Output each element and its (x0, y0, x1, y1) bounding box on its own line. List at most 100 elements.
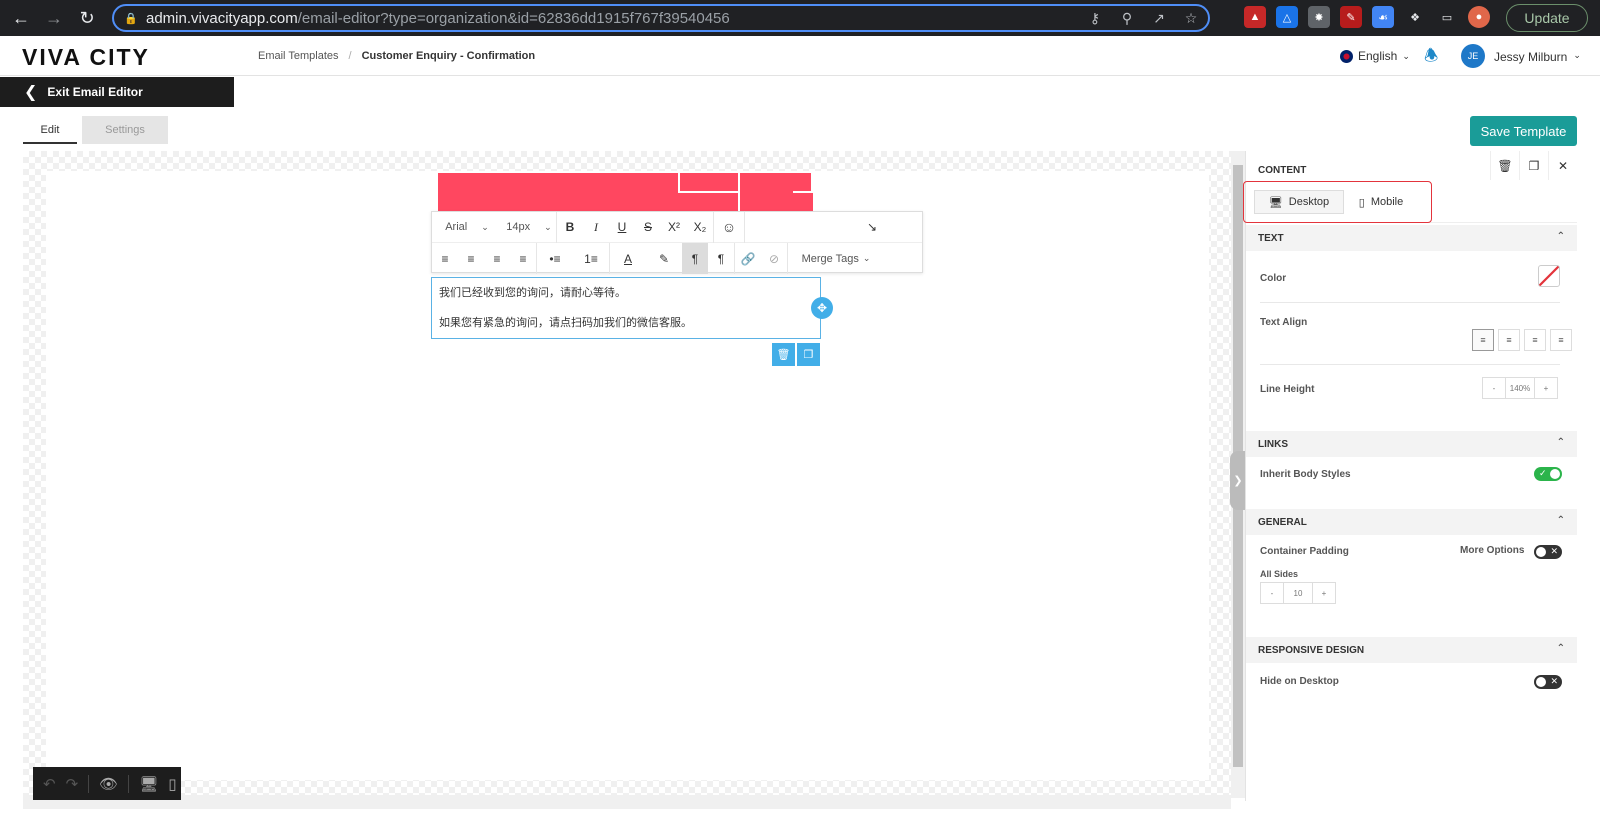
profile-icon[interactable]: ● (1468, 6, 1490, 28)
text-color-icon[interactable]: A (610, 243, 646, 274)
more-options-toggle[interactable]: ✕ (1534, 545, 1562, 559)
close-icon[interactable]: ✕ (1548, 151, 1577, 180)
user-avatar[interactable]: JE (1461, 44, 1485, 68)
text-content-block[interactable]: 我们已经收到您的询问，请耐心等待。 如果您有紧急的询问，请点扫码加我们的微信客服… (431, 277, 821, 339)
underline-icon[interactable]: U (609, 212, 635, 243)
viewer-toolbar: ↶ ↷ 👁 🖥 ▯ (33, 767, 181, 800)
undo-icon[interactable]: ↶ (43, 775, 56, 793)
highlight-color-icon[interactable]: ✎ (646, 243, 682, 274)
device-desktop-button[interactable]: 🖥 Desktop (1254, 190, 1344, 214)
panel-collapse-handle[interactable]: ❯ (1230, 451, 1246, 510)
user-menu[interactable]: Jessy Milburn ⌄ (1494, 50, 1581, 64)
forward-icon[interactable]: → (42, 6, 66, 30)
font-family-select[interactable]: Arial ⌄ (432, 212, 494, 243)
delete-block-icon[interactable]: 🗑 (772, 343, 795, 366)
puzzle-extension-icon[interactable]: ❖ (1404, 6, 1426, 28)
share-icon[interactable]: ↗ (1150, 9, 1168, 27)
language-selector[interactable]: English ⌄ (1340, 49, 1410, 63)
check-icon: ✓ (1539, 468, 1547, 478)
line-height-increase[interactable]: + (1535, 378, 1557, 398)
url-text: admin.vivacityapp.com/email-editor?type=… (146, 10, 730, 27)
language-label: English (1358, 49, 1398, 63)
reload-icon[interactable]: ↻ (75, 6, 99, 30)
section-links-header[interactable]: LINKS ⌃ (1246, 431, 1577, 457)
section-responsive-header[interactable]: RESPONSIVE DESIGN ⌃ (1246, 637, 1577, 663)
move-block-icon[interactable]: ✥ (811, 297, 833, 319)
section-general-header[interactable]: GENERAL ⌃ (1246, 509, 1577, 535)
content-paragraph[interactable]: 如果您有紧急的询问，请点扫码加我们的微信客服。 (439, 316, 813, 330)
bookmark-star-icon[interactable]: ☆ (1182, 9, 1200, 27)
chevron-down-icon: ⌄ (544, 221, 552, 232)
color-picker[interactable] (1538, 265, 1560, 287)
hubspot-extension-icon[interactable]: ✸ (1308, 6, 1330, 28)
section-text-header[interactable]: TEXT ⌃ (1246, 225, 1577, 251)
padding-value[interactable]: 10 (1283, 583, 1313, 603)
line-height-value[interactable]: 140% (1505, 378, 1535, 398)
toggle-knob (1536, 547, 1546, 557)
key-icon[interactable]: ⚷ (1086, 9, 1104, 27)
mobile-preview-icon[interactable]: ▯ (168, 775, 176, 793)
numbered-list-icon[interactable]: 1≡ (573, 243, 609, 274)
notification-bell-icon[interactable]: 🕭 (1424, 45, 1444, 65)
update-button[interactable]: Update (1506, 4, 1588, 32)
all-sides-label: All Sides (1260, 569, 1299, 579)
inherit-body-styles-toggle[interactable]: ✓ (1534, 467, 1562, 481)
rtl-direction-icon[interactable]: ¶ (708, 243, 734, 274)
bullet-list-icon[interactable]: •≡ (537, 243, 573, 274)
align-right-icon[interactable]: ≡ (484, 243, 510, 274)
user-name-label: Jessy Milburn (1494, 50, 1568, 64)
zoom-icon[interactable]: ⚲ (1118, 9, 1136, 27)
collapse-toolbar-icon[interactable]: ↘ (745, 212, 885, 243)
subscript-icon[interactable]: X₂ (687, 212, 713, 243)
content-properties-panel: CONTENT 🗑 ❐ ✕ 🖥 Desktop ▯ Mobile TEXT ⌃ … (1243, 151, 1577, 801)
pocket-extension-icon[interactable]: ▲ (1244, 6, 1266, 28)
hide-on-desktop-toggle[interactable]: ✕ (1534, 675, 1562, 689)
superscript-icon[interactable]: X² (661, 212, 687, 243)
duplicate-icon[interactable]: ❐ (1519, 151, 1548, 180)
breadcrumb-email-templates[interactable]: Email Templates (258, 50, 339, 62)
drive-extension-icon[interactable]: △ (1276, 6, 1298, 28)
strikethrough-icon[interactable]: S (635, 212, 661, 243)
desktop-preview-icon[interactable]: 🖥 (139, 775, 158, 793)
font-size-select[interactable]: 14px ⌄ (494, 212, 556, 243)
unlink-icon[interactable]: ⊘ (761, 243, 787, 274)
align-left-icon[interactable]: ≡ (1472, 329, 1494, 351)
line-height-decrease[interactable]: - (1483, 378, 1505, 398)
back-icon[interactable]: ← (9, 6, 33, 30)
merge-tags-dropdown[interactable]: Merge Tags ⌄ (788, 243, 876, 274)
side-panel-icon[interactable]: ▭ (1436, 6, 1458, 28)
save-template-button[interactable]: Save Template (1470, 116, 1577, 146)
text-formatting-toolbar: Arial ⌄ 14px ⌄ B I U S X² X₂ ☺ ↘ ≡ ≡ ≡ ≡ •… (431, 211, 923, 274)
pdf-extension-icon[interactable]: ✎ (1340, 6, 1362, 28)
align-center-icon[interactable]: ≡ (458, 243, 484, 274)
address-bar[interactable]: 🔒 admin.vivacityapp.com/email-editor?typ… (112, 4, 1210, 32)
viva-city-logo[interactable]: VIVA CITY (22, 44, 150, 71)
chevron-up-icon: ⌃ (1556, 643, 1565, 654)
ltr-direction-icon[interactable]: ¶ (682, 243, 708, 274)
align-right-icon[interactable]: ≡ (1524, 329, 1546, 351)
bold-icon[interactable]: B (557, 212, 583, 243)
align-justify-icon[interactable]: ≡ (510, 243, 536, 274)
chevron-up-icon: ⌃ (1556, 437, 1565, 448)
preview-eye-icon[interactable]: 👁 (99, 775, 118, 793)
padding-decrease[interactable]: - (1261, 583, 1283, 603)
emoji-icon[interactable]: ☺ (714, 212, 744, 243)
padding-increase[interactable]: + (1313, 583, 1335, 603)
align-left-icon[interactable]: ≡ (432, 243, 458, 274)
align-center-icon[interactable]: ≡ (1498, 329, 1520, 351)
exit-email-editor-button[interactable]: ❮ Exit Email Editor (0, 77, 234, 107)
link-icon[interactable]: 🔗 (735, 243, 761, 274)
tab-settings[interactable]: Settings (82, 116, 168, 144)
redo-icon[interactable]: ↷ (66, 775, 79, 793)
uk-flag-icon (1340, 49, 1353, 63)
content-paragraph[interactable]: 我们已经收到您的询问，请耐心等待。 (439, 286, 813, 300)
italic-icon[interactable]: I (583, 212, 609, 243)
delete-icon[interactable]: 🗑 (1490, 151, 1519, 180)
horizontal-scrollbar[interactable] (23, 795, 1231, 809)
translate-extension-icon[interactable]: ☙ (1372, 6, 1394, 28)
tab-edit[interactable]: Edit (23, 118, 77, 144)
duplicate-block-icon[interactable]: ❐ (797, 343, 820, 366)
device-mobile-button[interactable]: ▯ Mobile (1346, 190, 1416, 214)
mobile-icon: ▯ (1358, 196, 1365, 209)
align-justify-icon[interactable]: ≡ (1550, 329, 1572, 351)
